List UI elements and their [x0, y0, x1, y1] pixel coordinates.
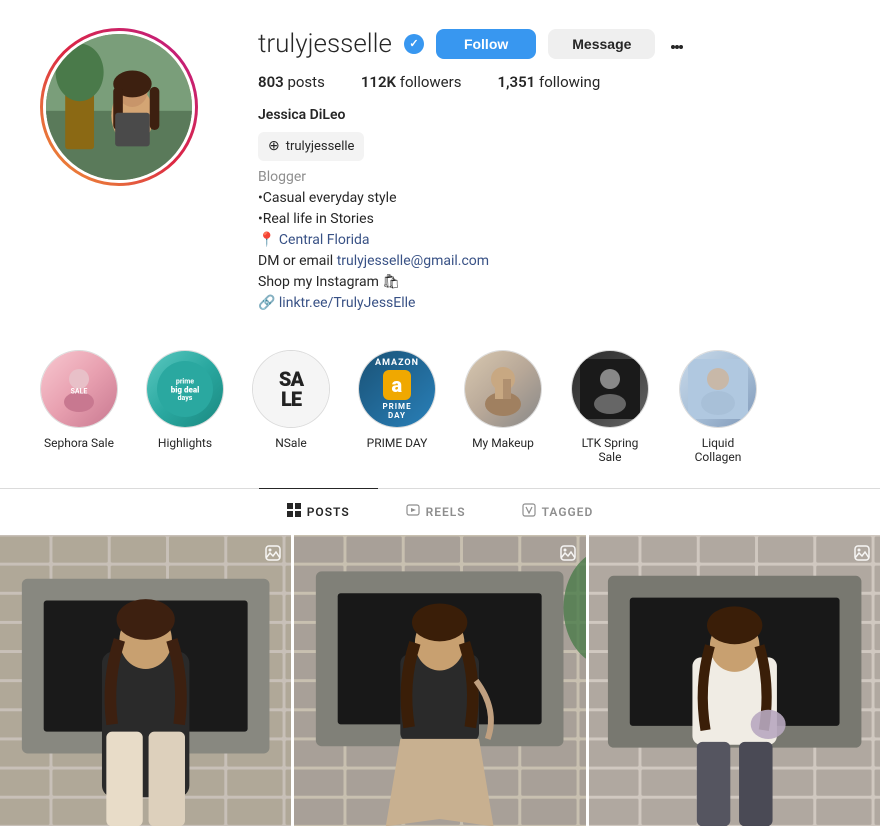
tab-tagged[interactable]: TAGGED [494, 488, 622, 535]
full-name: Jessica DiLeo [258, 105, 840, 126]
followers-stat[interactable]: 112K followers [361, 73, 462, 91]
link-line[interactable]: 🔗 linktr.ee/TrulyJessElle [258, 293, 840, 314]
highlight-sephora[interactable]: SALE Sephora Sale [40, 350, 118, 464]
more-dots-icon [671, 32, 683, 55]
highlight-circle-collagen [679, 350, 757, 428]
verified-badge: ✓ [404, 34, 424, 54]
post-save-icon-2 [558, 543, 578, 563]
highlight-circle-prime: AMAZON a PRIME DAY [358, 350, 436, 428]
location-pin-icon: 📍 [258, 232, 275, 248]
tab-reels-label: REELS [426, 505, 466, 519]
post-save-icon-3 [852, 543, 872, 563]
more-options-button[interactable] [667, 28, 687, 59]
highlights-section: SALE Sephora Sale prime big deal days Hi… [0, 334, 880, 488]
highlight-label-prime: PRIME DAY [367, 436, 428, 450]
avatar-wrapper[interactable] [40, 28, 198, 314]
svg-text:SALE: SALE [71, 387, 88, 395]
posts-grid-icon [287, 503, 301, 521]
highlight-collagen[interactable]: Liquid Collagen [678, 350, 758, 464]
highlight-nsale[interactable]: SA LE NSale [252, 350, 330, 464]
threads-handle: trulyjesselle [286, 137, 355, 157]
follow-button[interactable]: Follow [436, 29, 536, 59]
contact-line: DM or email trulyjesselle@gmail.com [258, 251, 840, 272]
highlight-ltk[interactable]: LTK Spring Sale [570, 350, 650, 464]
bio-link[interactable]: 🔗 linktr.ee/TrulyJessElle [258, 295, 415, 311]
category-label: Blogger [258, 169, 306, 185]
threads-icon: ⊕ [268, 136, 280, 157]
tagged-icon [522, 503, 536, 521]
highlight-label-ltk: LTK Spring Sale [570, 436, 650, 464]
tab-tagged-label: TAGGED [542, 505, 594, 519]
tab-posts[interactable]: POSTS [259, 488, 378, 535]
post-item-2[interactable] [294, 535, 585, 826]
username-row: trulyjesselle ✓ Follow Message [258, 28, 840, 59]
message-button[interactable]: Message [548, 29, 655, 59]
bio-line-2: •Real life in Stories [258, 209, 840, 230]
location-link[interactable]: Central Florida [279, 232, 370, 248]
posts-grid [0, 535, 880, 826]
svg-text:days: days [178, 394, 193, 402]
profile-info: trulyjesselle ✓ Follow Message 803 posts… [258, 28, 840, 314]
tab-reels[interactable]: REELS [378, 488, 494, 535]
profile-container: trulyjesselle ✓ Follow Message 803 posts… [0, 0, 880, 334]
username: trulyjesselle [258, 29, 392, 59]
highlight-circle-makeup [464, 350, 542, 428]
following-stat[interactable]: 1,351 following [497, 73, 600, 91]
post-item-1[interactable] [0, 535, 291, 826]
bio-section: Jessica DiLeo ⊕ trulyjesselle Blogger •C… [258, 105, 840, 314]
threads-link[interactable]: ⊕ trulyjesselle [258, 132, 840, 161]
highlight-prime[interactable]: AMAZON a PRIME DAY PRIME DAY [358, 350, 436, 464]
highlight-label-sephora: Sephora Sale [44, 436, 114, 450]
shop-line[interactable]: Shop my Instagram 🛍 [258, 272, 840, 293]
highlight-circle-sephora: SALE [40, 350, 118, 428]
amazon-badge: AMAZON a PRIME DAY [359, 351, 435, 427]
post-item-3[interactable] [589, 535, 880, 826]
stats-row: 803 posts 112K followers 1,351 following [258, 73, 840, 91]
posts-stat[interactable]: 803 posts [258, 73, 325, 91]
category: Blogger [258, 167, 840, 188]
highlight-makeup[interactable]: My Makeup [464, 350, 542, 464]
highlight-highlights[interactable]: prime big deal days Highlights [146, 350, 224, 464]
highlight-circle-highlights: prime big deal days [146, 350, 224, 428]
bio-line-1: •Casual everyday style [258, 188, 840, 209]
highlight-label-nsale: NSale [275, 436, 307, 450]
post-save-icon-1 [263, 543, 283, 563]
highlight-label-collagen: Liquid Collagen [678, 436, 758, 464]
tabs-section: POSTS REELS TAGGED [0, 488, 880, 535]
highlight-circle-nsale: SA LE [252, 350, 330, 428]
reels-icon [406, 503, 420, 521]
tab-posts-label: POSTS [307, 505, 350, 519]
highlight-label-highlights: Highlights [158, 436, 212, 450]
email-link[interactable]: trulyjesselle@gmail.com [337, 253, 489, 269]
highlight-circle-ltk [571, 350, 649, 428]
highlight-label-makeup: My Makeup [472, 436, 534, 450]
location: 📍 Central Florida [258, 230, 840, 251]
